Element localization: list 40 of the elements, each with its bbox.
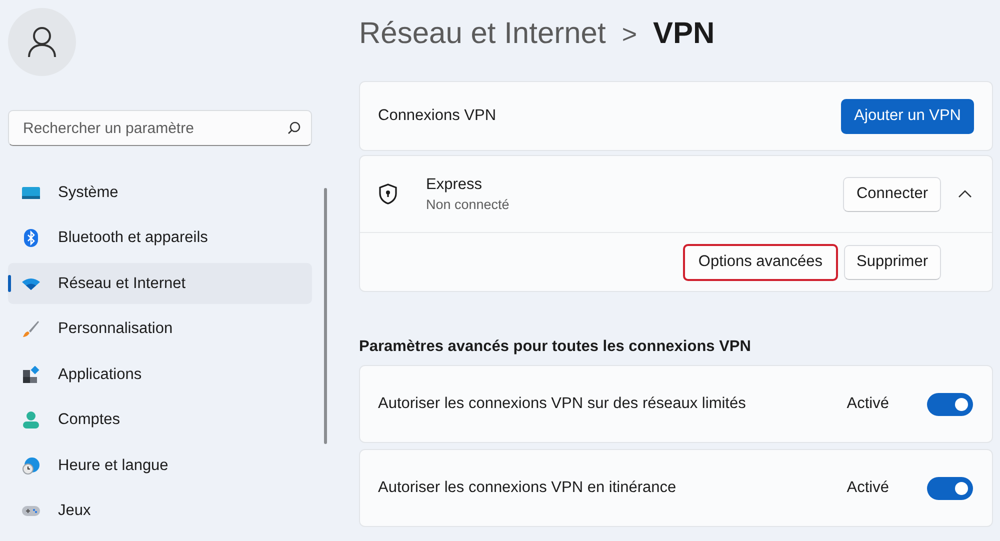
sidebar-item[interactable]: Réseau et Internet [8, 263, 312, 304]
breadcrumb-parent[interactable]: Réseau et Internet [359, 17, 606, 51]
setting-label: Autoriser les connexions VPN en itinérance [378, 479, 676, 497]
sidebar-item[interactable]: Personnalisation [8, 308, 312, 350]
bluetooth-icon [24, 229, 38, 247]
breadcrumb-separator: > [622, 18, 638, 50]
sidebar-item[interactable]: Bluetooth et appareils [8, 218, 312, 258]
person-icon [23, 411, 39, 429]
toggle-switch[interactable] [927, 392, 973, 416]
sidebar-item[interactable]: Système [8, 172, 312, 213]
paintbrush-icon [22, 320, 40, 338]
delete-button[interactable]: Supprimer [844, 244, 941, 280]
add-vpn-button[interactable]: Ajouter un VPN [841, 98, 974, 134]
toggle-state: Activé [846, 479, 889, 497]
person-icon [27, 26, 57, 58]
apps-icon [22, 366, 40, 384]
connect-button[interactable]: Connecter [843, 176, 941, 212]
sidebar-item[interactable]: Heure et langue [8, 445, 312, 486]
shield-lock-icon [378, 183, 398, 205]
setting-label: Autoriser les connexions VPN sur des réseaux limités [378, 395, 746, 413]
gamepad-icon [21, 504, 41, 518]
page-title: VPN [653, 17, 715, 51]
monitor-icon [21, 184, 41, 200]
globe-clock-icon [22, 456, 40, 474]
sidebar-item[interactable]: Applications [8, 354, 312, 395]
search-field[interactable]: Rechercher un paramètre [8, 110, 312, 146]
sidebar-item[interactable]: Comptes [8, 400, 312, 440]
toggle-state: Activé [846, 395, 889, 413]
setting-label: Connexions VPN [378, 107, 496, 125]
advanced-options-button[interactable]: Options avancées [683, 244, 838, 280]
sidebar-item[interactable]: Jeux [8, 490, 312, 532]
toggle-switch[interactable] [927, 476, 973, 500]
search-input[interactable]: Rechercher un paramètre [21, 118, 287, 138]
chevron-icon[interactable] [958, 190, 972, 198]
vpn-status: Non connecté [426, 197, 510, 212]
scrollbar[interactable] [324, 188, 327, 444]
vpn-name: Express [426, 176, 483, 194]
search-icon [287, 121, 301, 135]
section-heading: Paramètres avancés pour toutes les connexions VPN [359, 338, 752, 356]
wifi-icon [21, 276, 41, 290]
